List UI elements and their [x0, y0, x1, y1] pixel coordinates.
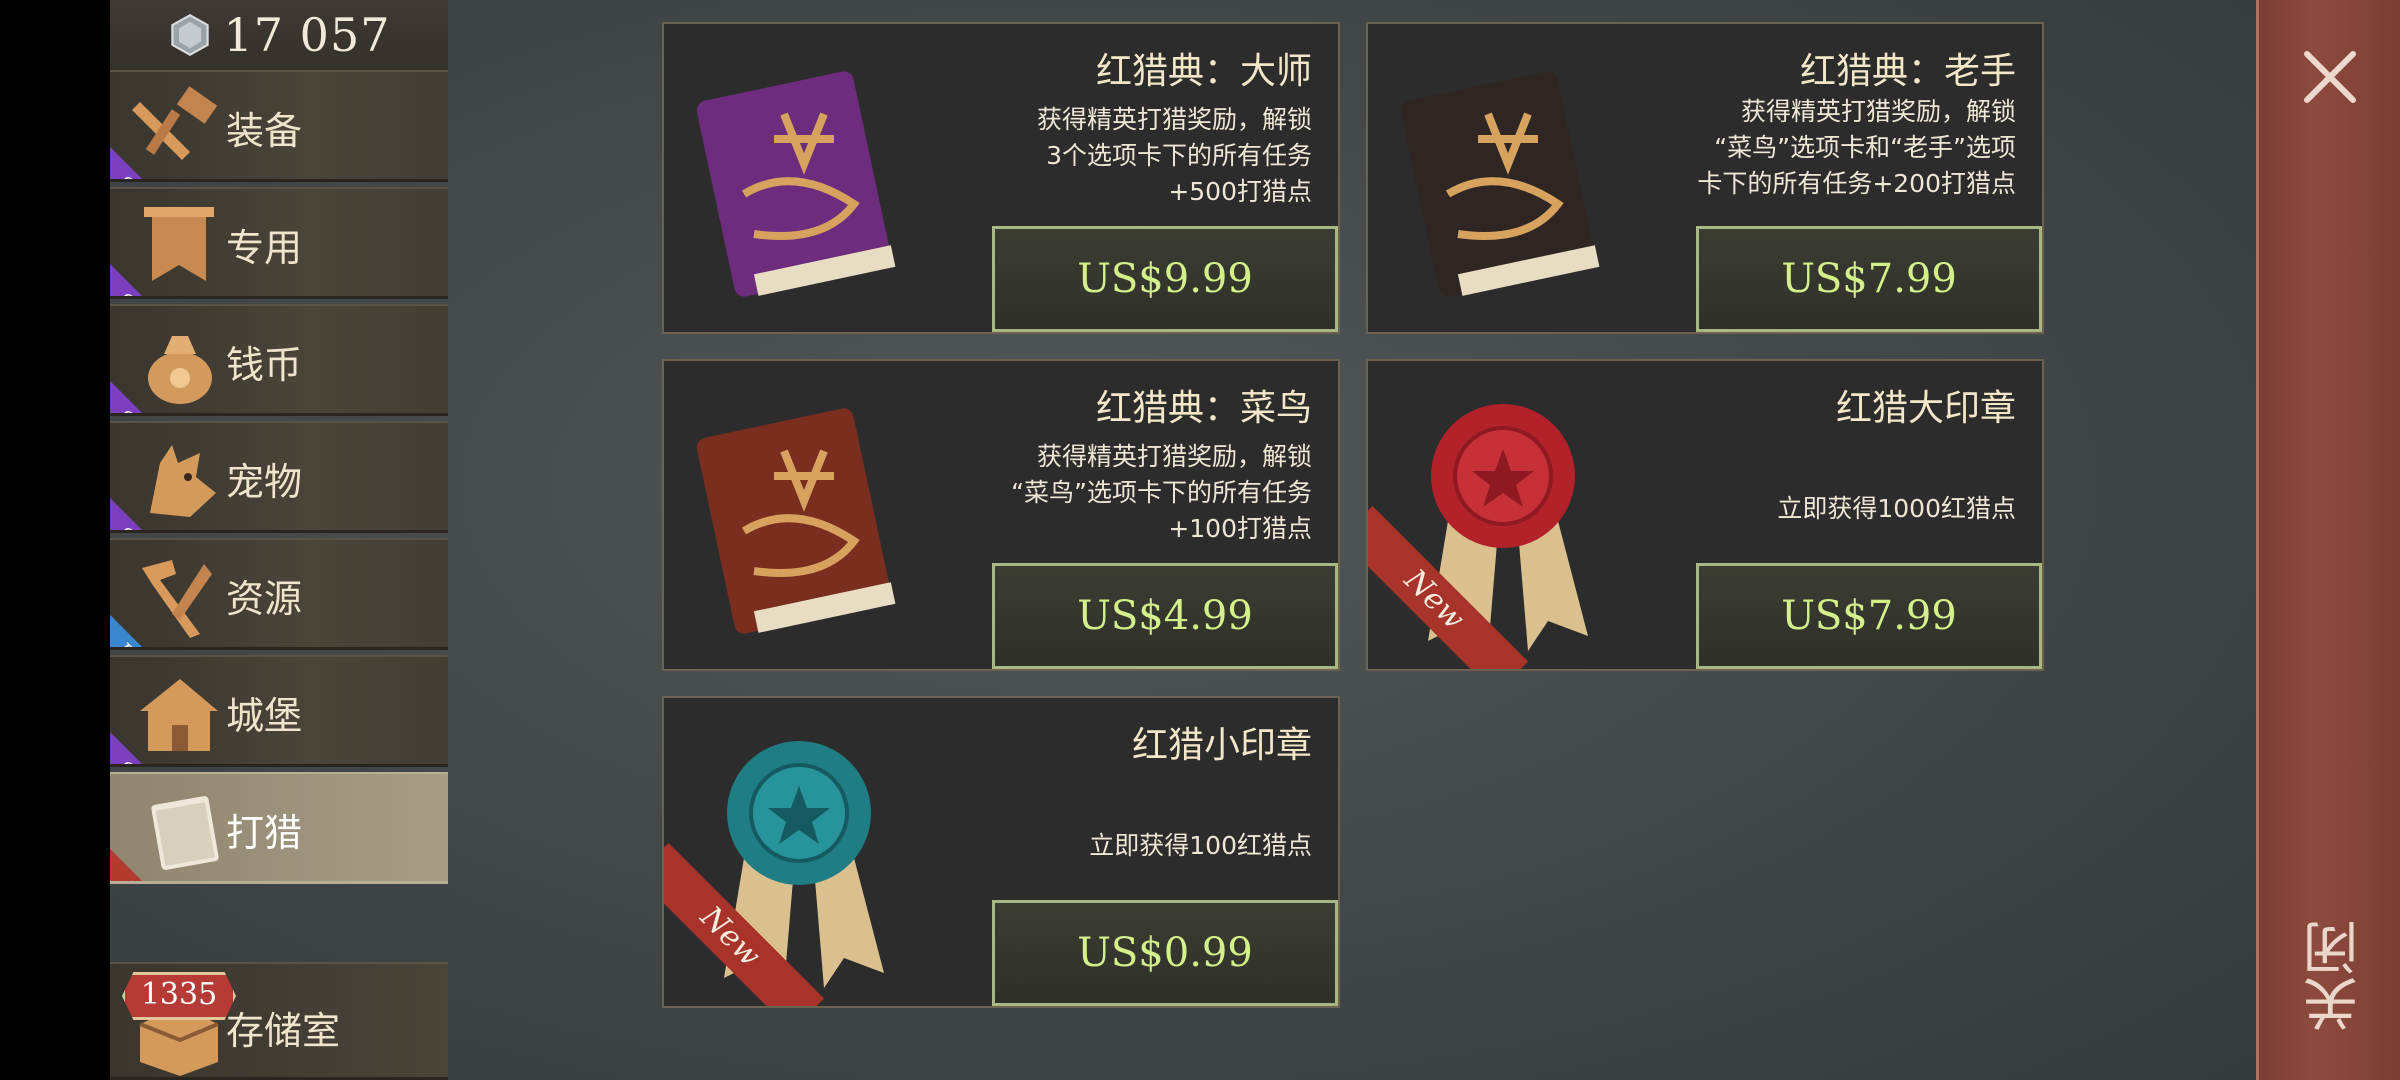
- offer-card-small-seal: New 红猎小印章 立即获得100红猎点 US$0.99: [662, 696, 1340, 1008]
- tab-label: 装备: [226, 109, 303, 153]
- category-sidebar: 17 057 SALE 装备 SALE 专用 SALE 钱币 SALE 宠物 F…: [110, 0, 448, 1080]
- tab-storage[interactable]: 1335 存储室: [110, 962, 448, 1080]
- offer-card-master: 红猎典：大师 获得精英打猎奖励，解锁 3个选项卡下的所有任务 +500打猎点 U…: [662, 22, 1340, 334]
- tab-label: 城堡: [226, 694, 303, 738]
- offer-title: 红猎典：菜鸟: [1095, 388, 1312, 429]
- offer-description: 获得精英打猎奖励，解锁 3个选项卡下的所有任务 +500打猎点: [1036, 105, 1312, 206]
- close-icon[interactable]: [2295, 42, 2365, 112]
- tab-coins[interactable]: SALE 钱币: [110, 304, 448, 416]
- black-book-icon: [1400, 71, 1600, 297]
- buy-button[interactable]: US$0.99: [992, 900, 1338, 1006]
- offer-title: 红猎小印章: [1131, 725, 1312, 766]
- offer-card-veteran: 红猎典：老手 获得精英打猎奖励，解锁 “菜鸟”选项卡和“老手”选项 卡下的所有任…: [1366, 22, 2044, 334]
- tab-castle[interactable]: SALE 城堡: [110, 655, 448, 767]
- wolf-icon: [150, 445, 216, 517]
- sword-hammer-icon: [132, 86, 218, 160]
- tab-pets[interactable]: SALE 宠物: [110, 421, 448, 533]
- offer-title: 红猎典：老手: [1799, 51, 2016, 92]
- offer-title: 红猎典：大师: [1095, 51, 1312, 92]
- buy-button[interactable]: US$7.99: [1696, 226, 2042, 332]
- offer-description: 获得精英打猎奖励，解锁 “菜鸟”选项卡和“老手”选项 卡下的所有任务+200打猎…: [1697, 97, 2016, 198]
- currency-display: 17 057: [110, 0, 448, 70]
- red-seal-icon: [1428, 404, 1588, 651]
- banner-icon: [144, 207, 214, 281]
- book-icon: [151, 796, 219, 870]
- tab-label: 资源: [226, 577, 303, 621]
- currency-amount: 17 057: [223, 8, 391, 62]
- tab-label: 专用: [226, 226, 303, 270]
- gem-icon: [170, 13, 209, 57]
- tab-label: 打猎: [226, 811, 303, 855]
- tools-icon: [142, 560, 212, 638]
- coin-bag-icon: [148, 336, 212, 404]
- offer-card-rookie: 红猎典：菜鸟 获得精英打猎奖励，解锁 “菜鸟”选项卡下的所有任务 +100打猎点…: [662, 359, 1340, 671]
- storage-count-badge: 1335: [122, 972, 236, 1020]
- offer-card-large-seal: New 红猎大印章 立即获得1000红猎点 US$7.99: [1366, 359, 2044, 671]
- offer-description: 立即获得1000红猎点: [1777, 494, 2016, 523]
- purple-book-icon: [696, 71, 896, 297]
- tab-hunting[interactable]: New 打猎: [110, 772, 448, 884]
- tab-exclusive[interactable]: SALE 专用: [110, 187, 448, 299]
- buy-button[interactable]: US$9.99: [992, 226, 1338, 332]
- buy-button[interactable]: US$7.99: [1696, 563, 2042, 669]
- tab-resources[interactable]: FREE 资源: [110, 538, 448, 650]
- teal-seal-icon: [724, 741, 884, 988]
- offer-description: 立即获得100红猎点: [1089, 831, 1312, 860]
- close-panel[interactable]: 关闭: [2256, 0, 2400, 1080]
- buy-button[interactable]: US$4.99: [992, 563, 1338, 669]
- offer-title: 红猎大印章: [1835, 388, 2016, 429]
- castle-icon: [140, 679, 218, 751]
- tab-label: 宠物: [226, 460, 303, 504]
- tab-label: 存储室: [226, 1009, 341, 1053]
- red-book-icon: [696, 408, 896, 634]
- offer-description: 获得精英打猎奖励，解锁 “菜鸟”选项卡下的所有任务 +100打猎点: [1011, 442, 1312, 543]
- close-label[interactable]: 关闭: [2295, 920, 2376, 1032]
- tab-equipment[interactable]: SALE 装备: [110, 70, 448, 182]
- tab-label: 钱币: [226, 343, 303, 387]
